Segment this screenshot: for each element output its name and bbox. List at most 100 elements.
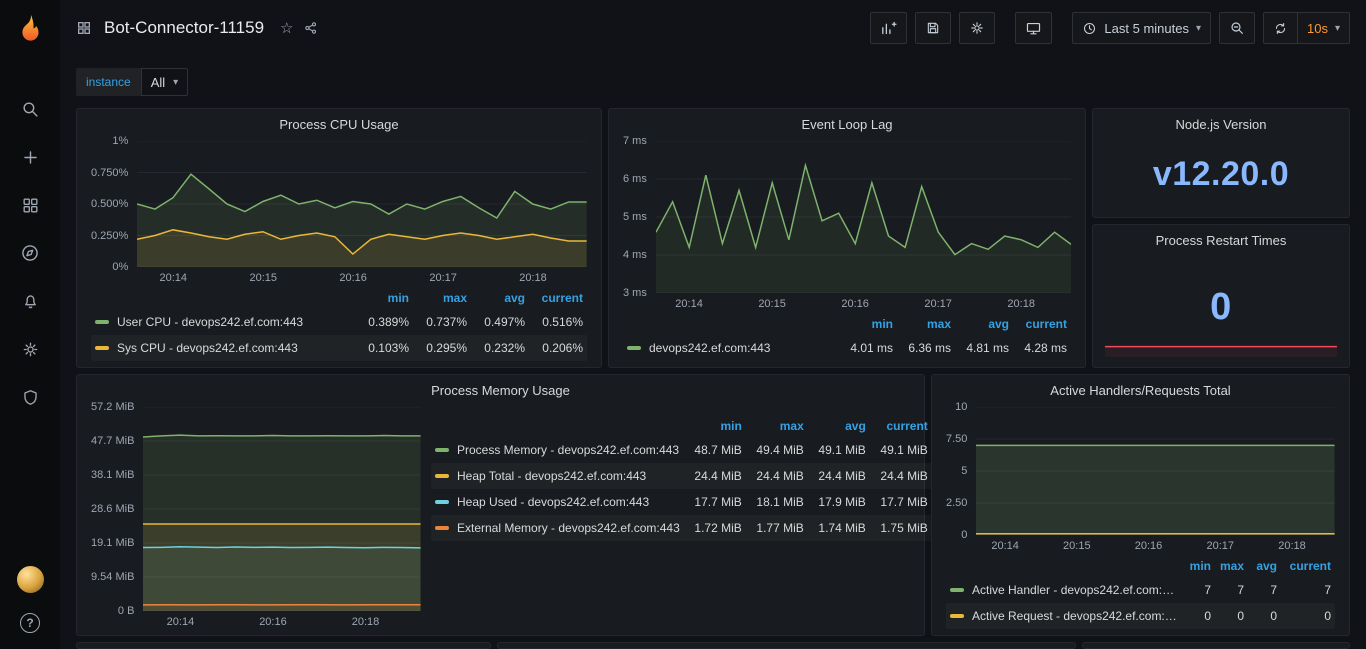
series-color-key-icon[interactable] xyxy=(435,474,449,478)
legend-sort-current[interactable]: current xyxy=(866,419,928,433)
legend-value: 1.74 MiB xyxy=(804,521,866,535)
refresh-dashboard-icon[interactable] xyxy=(1263,12,1297,44)
refresh-interval-picker[interactable]: 10s ▾ xyxy=(1297,12,1350,44)
variable-selected-value: All xyxy=(151,75,165,90)
legend-sort-max[interactable]: max xyxy=(893,317,951,331)
legend-value: 0 xyxy=(1211,609,1244,623)
variable-label: instance xyxy=(76,68,141,96)
legend-header-row: minmaxavgcurrent xyxy=(623,313,1071,335)
panel-nodejs-version: Node.js Version v12.20.0 xyxy=(1092,108,1350,218)
grafana-logo[interactable] xyxy=(0,0,60,56)
panel-title[interactable]: Event Loop Lag xyxy=(623,113,1071,137)
search-icon[interactable] xyxy=(19,98,41,120)
series-label[interactable]: Process Memory - devops242.ef.com:443 xyxy=(457,443,680,457)
series-label[interactable]: Heap Used - devops242.ef.com:443 xyxy=(457,495,680,509)
dashboard-settings-gear-icon[interactable] xyxy=(959,12,995,44)
configuration-gear-icon[interactable] xyxy=(19,338,41,360)
legend-eventloop: minmaxavgcurrentdevops242.ef.com:4434.01… xyxy=(623,313,1071,361)
legend-row[interactable]: Process Memory - devops242.ef.com:44348.… xyxy=(431,437,932,463)
legend-sort-avg[interactable]: avg xyxy=(951,317,1009,331)
series-color-key-icon[interactable] xyxy=(435,448,449,452)
panel-partial xyxy=(497,642,1076,649)
legend-row[interactable]: External Memory - devops242.ef.com:443 1.… xyxy=(431,515,932,541)
legend-sort-current[interactable]: current xyxy=(1277,559,1331,573)
legend-sort-current[interactable]: current xyxy=(525,291,583,305)
series-color-key-icon[interactable] xyxy=(95,346,109,350)
series-color-key-icon[interactable] xyxy=(95,320,109,324)
help-icon[interactable]: ? xyxy=(20,613,40,633)
legend-row[interactable]: Active Request - devops242.ef.com:443000… xyxy=(946,603,1335,629)
variable-value-dropdown[interactable]: All ▾ xyxy=(141,68,188,96)
server-admin-shield-icon[interactable] xyxy=(19,386,41,408)
panel-title[interactable]: Process CPU Usage xyxy=(91,113,587,137)
chevron-down-icon: ▾ xyxy=(173,77,178,88)
legend-sort-min[interactable]: min xyxy=(835,317,893,331)
legend-sort-max[interactable]: max xyxy=(1211,559,1244,573)
panel-partial xyxy=(1082,642,1350,649)
explore-compass-icon[interactable] xyxy=(19,242,41,264)
legend-sort-avg[interactable]: avg xyxy=(467,291,525,305)
legend-row[interactable]: Active Handler - devops242.ef.com:443777… xyxy=(946,577,1335,603)
series-color-key-icon[interactable] xyxy=(435,500,449,504)
legend-value: 1.75 MiB xyxy=(866,521,928,535)
user-avatar[interactable] xyxy=(17,566,44,593)
panel-title[interactable]: Node.js Version xyxy=(1107,113,1335,137)
legend-value: 6.36 ms xyxy=(893,341,951,355)
series-label[interactable]: Active Handler - devops242.ef.com:443 xyxy=(972,583,1178,597)
legend-value: 7 xyxy=(1244,583,1277,597)
star-dashboard-icon[interactable]: ☆ xyxy=(280,19,293,37)
alerting-bell-icon[interactable] xyxy=(19,290,41,312)
x-axis-labels: 20:1420:1520:1620:1720:18 xyxy=(137,267,587,285)
legend-sort-max[interactable]: max xyxy=(409,291,467,305)
legend-sort-avg[interactable]: avg xyxy=(1244,559,1277,573)
panel-title[interactable]: Process Restart Times xyxy=(1107,229,1335,253)
sidebar-bottom: ? xyxy=(17,566,44,633)
x-axis-labels: 20:1420:1620:18 xyxy=(143,611,421,629)
legend-value: 0.232% xyxy=(467,341,525,355)
series-label[interactable]: User CPU - devops242.ef.com:443 xyxy=(117,315,351,329)
create-plus-icon[interactable] xyxy=(19,146,41,168)
series-label[interactable]: devops242.ef.com:443 xyxy=(649,341,835,355)
legend-value: 24.4 MiB xyxy=(866,469,928,483)
legend-row[interactable]: Heap Used - devops242.ef.com:44317.7 MiB… xyxy=(431,489,932,515)
series-label[interactable]: Sys CPU - devops242.ef.com:443 xyxy=(117,341,351,355)
legend-sort-avg[interactable]: avg xyxy=(804,419,866,433)
memory-panel-body: 57.2 MiB47.7 MiB38.1 MiB28.6 MiB19.1 MiB… xyxy=(91,403,910,629)
series-label[interactable]: Heap Total - devops242.ef.com:443 xyxy=(457,469,680,483)
topbar-right: Last 5 minutes ▾ 10s ▾ xyxy=(870,12,1350,44)
dashboards-grid-icon[interactable] xyxy=(19,194,41,216)
legend-memory: minmaxavgcurrent Process Memory - devops2… xyxy=(431,415,932,541)
add-panel-button[interactable] xyxy=(870,12,907,44)
legend-sort-current[interactable]: current xyxy=(1009,317,1067,331)
chart-eventloop: 7 ms6 ms5 ms4 ms3 ms20:1420:1520:1620:17… xyxy=(623,141,1071,311)
legend-value: 7 xyxy=(1178,583,1211,597)
zoom-out-time-range-button[interactable] xyxy=(1219,12,1255,44)
time-range-picker[interactable]: Last 5 minutes ▾ xyxy=(1072,12,1211,44)
legend-sort-max[interactable]: max xyxy=(742,419,804,433)
panel-title[interactable]: Process Memory Usage xyxy=(91,379,910,403)
plot-area[interactable] xyxy=(656,141,1071,293)
legend-sort-min[interactable]: min xyxy=(680,419,742,433)
plot-area[interactable] xyxy=(137,141,587,267)
panel-title[interactable]: Active Handlers/Requests Total xyxy=(946,379,1335,403)
plot-area[interactable] xyxy=(143,407,421,611)
series-color-key-icon[interactable] xyxy=(950,614,964,618)
grafana-dashboard: ? Bot-Connector-11159 ☆ xyxy=(0,0,1366,649)
series-label[interactable]: Active Request - devops242.ef.com:443 xyxy=(972,609,1178,623)
panel-process-cpu-usage: Process CPU Usage 1%0.750%0.500%0.250%0%… xyxy=(76,108,602,368)
plot-area[interactable] xyxy=(976,407,1335,535)
legend-row[interactable]: devops242.ef.com:4434.01 ms6.36 ms4.81 m… xyxy=(623,335,1071,361)
dashboard-title[interactable]: Bot-Connector-11159 xyxy=(104,18,264,38)
legend-row[interactable]: User CPU - devops242.ef.com:4430.389%0.7… xyxy=(91,309,587,335)
legend-sort-min[interactable]: min xyxy=(1178,559,1211,573)
legend-row[interactable]: Sys CPU - devops242.ef.com:4430.103%0.29… xyxy=(91,335,587,361)
cycle-view-mode-monitor-icon[interactable] xyxy=(1015,12,1052,44)
series-label[interactable]: External Memory - devops242.ef.com:443 xyxy=(457,521,680,535)
legend-sort-min[interactable]: min xyxy=(351,291,409,305)
series-color-key-icon[interactable] xyxy=(435,526,449,530)
legend-row[interactable]: Heap Total - devops242.ef.com:443 24.4 Mi… xyxy=(431,463,932,489)
save-dashboard-button[interactable] xyxy=(915,12,951,44)
share-dashboard-icon[interactable] xyxy=(303,20,319,36)
series-color-key-icon[interactable] xyxy=(950,588,964,592)
series-color-key-icon[interactable] xyxy=(627,346,641,350)
